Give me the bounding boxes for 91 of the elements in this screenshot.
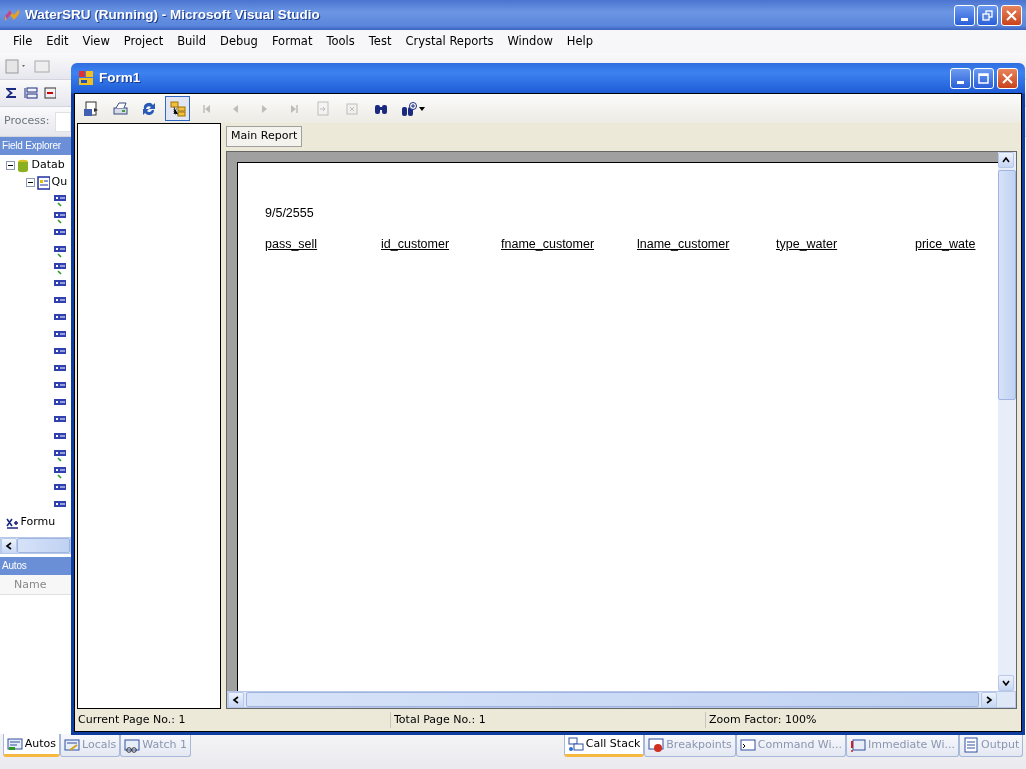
column-header: fname_customer (501, 236, 595, 251)
output-icon (963, 737, 980, 753)
pane-title: Autos (0, 556, 71, 575)
scroll-left-button[interactable] (1, 538, 17, 554)
menu-item[interactable]: View (75, 32, 117, 51)
linked-field-icon[interactable] (53, 260, 66, 275)
app-logo-icon (4, 7, 20, 23)
linked-field-icon[interactable] (53, 464, 66, 479)
database-icon (16, 158, 30, 173)
menu-item[interactable]: Window (500, 32, 560, 51)
minimize-button[interactable] (949, 67, 971, 89)
restore-button[interactable] (977, 4, 999, 26)
linked-field-icon[interactable] (53, 243, 66, 258)
callstack-icon (567, 736, 584, 752)
menu-item[interactable]: Tools (319, 32, 362, 51)
menu-item[interactable]: Debug (213, 32, 265, 51)
tree-item-label[interactable]: Qu (51, 174, 68, 191)
close-icon (1006, 9, 1017, 21)
print-icon (111, 100, 128, 117)
horizontal-scrollbar[interactable] (0, 537, 71, 554)
close-button[interactable] (997, 67, 1018, 89)
report-tab[interactable]: Main Report (226, 126, 303, 147)
status-text: Total Page No.: 1 (394, 712, 486, 726)
menu-item[interactable]: Format (264, 32, 320, 51)
linked-field-icon[interactable] (53, 209, 66, 224)
maximize-button[interactable] (973, 67, 995, 89)
collapse-icon[interactable] (25, 178, 35, 187)
go-to-page-icon (314, 100, 331, 117)
pane-title: Field Explorer (0, 137, 71, 155)
next-icon (260, 104, 269, 113)
menu-item[interactable]: Edit (39, 32, 76, 51)
breakpoints-icon (648, 737, 665, 753)
process-label: Process: (4, 113, 50, 130)
panel-tab[interactable]: Call Stack (563, 734, 645, 757)
table-icon (36, 175, 50, 190)
menu-item[interactable]: Help (559, 32, 601, 51)
menu-item[interactable]: Test (361, 32, 399, 51)
scrollbar-thumb[interactable] (246, 692, 979, 707)
minimize-icon (960, 17, 968, 21)
horizontal-scrollbar[interactable] (227, 691, 1016, 708)
minimize-button[interactable] (953, 4, 975, 26)
tree-icon (169, 100, 186, 117)
stop-icon (343, 100, 360, 117)
column-header: Name (0, 574, 71, 595)
scrollbar-thumb[interactable] (17, 538, 70, 553)
command-icon (739, 737, 756, 753)
scroll-up-button[interactable] (998, 152, 1014, 168)
collapse-icon[interactable] (5, 161, 15, 170)
column-header: type_water (776, 236, 838, 251)
panel-tab[interactable]: Autos (2, 734, 61, 757)
export-icon (82, 100, 99, 117)
window-title: WaterSRU (Running) - Microsoft Visual Studio (25, 5, 320, 24)
list-icon[interactable] (24, 86, 38, 100)
window-title: Form1 (99, 68, 141, 87)
status-text: Zoom Factor: 100% (709, 712, 817, 726)
scrollbar-thumb[interactable] (998, 170, 1016, 400)
locals-icon (64, 737, 81, 753)
column-header: id_customer (381, 236, 450, 251)
sum-icon[interactable] (4, 86, 18, 100)
scroll-left-button[interactable] (228, 692, 244, 708)
process-field[interactable] (55, 111, 72, 132)
close-icon (1002, 72, 1013, 84)
immediate-icon (850, 737, 867, 753)
menu-item[interactable]: Crystal Reports (398, 32, 501, 51)
report-date: 9/5/2555 (265, 205, 315, 222)
scroll-down-button[interactable] (998, 675, 1014, 691)
menu-item[interactable]: Project (116, 32, 171, 51)
tree-item-label[interactable]: Datab (31, 157, 65, 174)
linked-field-icon[interactable] (53, 192, 66, 207)
last-page-icon (289, 104, 298, 113)
status-text: Current Page No.: 1 (78, 712, 186, 726)
tree-item-label[interactable]: Formu (20, 514, 56, 531)
insert-field-icon[interactable] (44, 86, 56, 100)
linked-field-icon[interactable] (53, 447, 66, 462)
form-icon (78, 70, 94, 86)
close-button[interactable] (1001, 4, 1022, 26)
autos-icon (6, 736, 23, 752)
previous-icon (231, 104, 240, 113)
refresh-icon (140, 100, 157, 117)
column-header: lname_customer (637, 236, 730, 251)
maximize-icon (978, 72, 990, 84)
zoom-icon (401, 100, 417, 117)
restore-icon (982, 9, 994, 21)
toolbar-button[interactable] (165, 96, 190, 121)
column-header: price_wate (915, 236, 976, 251)
column-header: pass_sell (265, 236, 318, 251)
watch-icon (124, 737, 141, 753)
menu-item[interactable]: File (6, 32, 40, 51)
scroll-right-button[interactable] (981, 692, 997, 708)
first-page-icon (202, 104, 211, 113)
menu-item[interactable]: Build (170, 32, 214, 51)
